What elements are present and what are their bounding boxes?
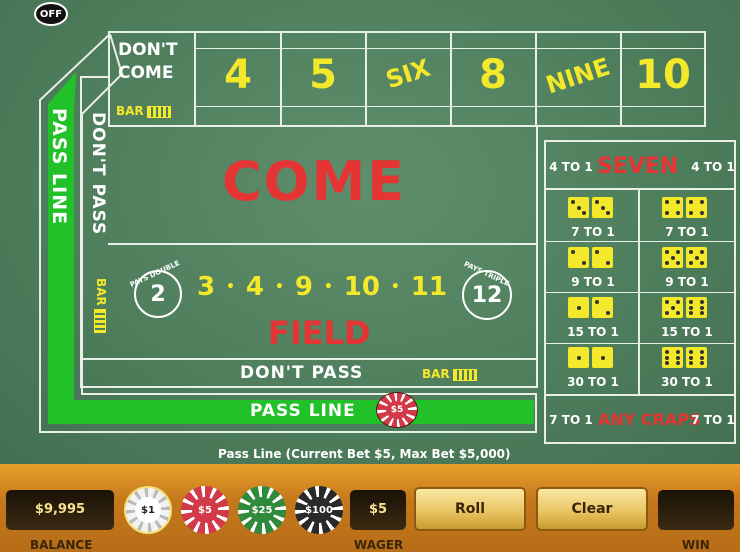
hardway-odds: 15 TO 1 — [661, 325, 713, 339]
point-5[interactable]: 5 — [281, 52, 365, 98]
die-face-icon — [592, 247, 613, 268]
balance-label: BALANCE — [30, 538, 93, 552]
win-display — [658, 490, 734, 530]
chip-100[interactable]: $100 — [295, 486, 343, 534]
field-num-11: 11 — [410, 272, 447, 302]
die-face-icon — [568, 297, 589, 318]
field-dot: • — [390, 279, 400, 295]
die-face-icon — [662, 247, 683, 268]
hardway-bet[interactable] — [662, 247, 707, 268]
hardway-bet[interactable] — [662, 297, 707, 318]
come-label: COME — [222, 150, 407, 213]
field-12: 12 — [471, 282, 503, 308]
hardway-divider — [544, 241, 736, 242]
die-face-icon — [568, 247, 589, 268]
field-numbers: 3 • 4 • 9 • 10 • 11 — [197, 272, 447, 302]
hardway-odds: 7 TO 1 — [665, 225, 709, 239]
wager-display: $5 — [350, 490, 406, 530]
dont-pass-bottom-label: DON'T PASS — [240, 363, 364, 383]
hardway-divider — [544, 343, 736, 344]
hardway-bet[interactable] — [568, 297, 613, 318]
chip-25[interactable]: $25 — [238, 486, 286, 534]
field-2: 2 — [150, 281, 166, 307]
field-dot: • — [274, 279, 284, 295]
field-label: FIELD — [268, 314, 371, 352]
table-bet-chip[interactable]: $5 — [376, 392, 418, 428]
chip-25-label: $25 — [249, 497, 275, 523]
hardway-bet[interactable] — [568, 197, 613, 218]
chip-5[interactable]: $5 — [181, 486, 229, 534]
die-face-icon — [592, 197, 613, 218]
craps-odds-right: 7 TO 1 — [691, 413, 735, 427]
die-face-icon — [592, 297, 613, 318]
bar-come-label: BAR — [116, 104, 171, 118]
hardway-divider — [544, 292, 736, 293]
die-face-icon — [662, 297, 683, 318]
pass-line-vertical-label: PASS LINE — [48, 108, 70, 226]
die-face-icon — [686, 347, 707, 368]
bar-bottom-label: BAR — [422, 367, 477, 381]
chip-1[interactable]: $1 — [124, 486, 172, 534]
point-10[interactable]: 10 — [621, 52, 705, 98]
bar-bottom-dice-icon — [452, 368, 477, 381]
field-num-3: 3 — [197, 272, 216, 302]
hardway-bet[interactable] — [568, 247, 613, 268]
bar-come-dice-icon — [146, 105, 171, 118]
dont-pass-vertical-label: DON'T PASS — [88, 112, 108, 236]
die-face-icon — [662, 197, 683, 218]
chip-1-label: $1 — [135, 497, 161, 523]
point-8[interactable]: 8 — [451, 52, 535, 98]
hardway-odds: 7 TO 1 — [571, 225, 615, 239]
bar-vertical-label: BAR — [94, 278, 108, 333]
die-face-icon — [686, 297, 707, 318]
die-face-icon — [568, 347, 589, 368]
table-bet-chip-label: $5 — [386, 401, 408, 419]
hardway-odds: 9 TO 1 — [571, 275, 615, 289]
field-dot: • — [323, 279, 333, 295]
bar-vertical-text: BAR — [94, 278, 108, 306]
die-face-icon — [592, 347, 613, 368]
seven-label: SEVEN — [597, 154, 679, 179]
dont-come-label-1: DON'T — [118, 40, 178, 60]
pass-line-bottom-label: PASS LINE — [250, 401, 356, 421]
field-dot: • — [226, 279, 235, 295]
die-face-icon — [662, 347, 683, 368]
roll-button[interactable]: Roll — [414, 487, 526, 531]
wager-label: WAGER — [354, 538, 404, 552]
hardway-odds: 9 TO 1 — [665, 275, 709, 289]
hardway-bet[interactable] — [568, 347, 613, 368]
hardway-odds: 30 TO 1 — [661, 375, 713, 389]
bar-bottom-text: BAR — [422, 367, 450, 381]
hardway-bet[interactable] — [662, 347, 707, 368]
off-puck[interactable]: OFF — [34, 2, 68, 26]
die-face-icon — [686, 197, 707, 218]
die-face-icon — [686, 247, 707, 268]
chip-5-label: $5 — [192, 497, 218, 523]
field-num-10: 10 — [343, 272, 380, 302]
field-num-9: 9 — [294, 272, 313, 302]
clear-button[interactable]: Clear — [536, 487, 648, 531]
bet-status: Pass Line (Current Bet $5, Max Bet $5,00… — [218, 447, 511, 461]
chip-100-label: $100 — [305, 497, 333, 523]
dont-come-label-2: COME — [118, 63, 174, 83]
seven-odds-right: 4 TO 1 — [691, 160, 735, 174]
point-bottom-strip — [194, 106, 706, 107]
hardway-odds: 15 TO 1 — [567, 325, 619, 339]
point-4[interactable]: 4 — [196, 52, 280, 98]
bar-come-text: BAR — [116, 104, 144, 118]
balance-display: $9,995 — [6, 490, 114, 530]
win-label: WIN — [682, 538, 710, 552]
hardway-odds: 30 TO 1 — [567, 375, 619, 389]
bar-dice-icon — [94, 308, 107, 333]
field-num-4: 4 — [245, 272, 265, 302]
hardway-bet[interactable] — [662, 197, 707, 218]
die-face-icon — [568, 197, 589, 218]
